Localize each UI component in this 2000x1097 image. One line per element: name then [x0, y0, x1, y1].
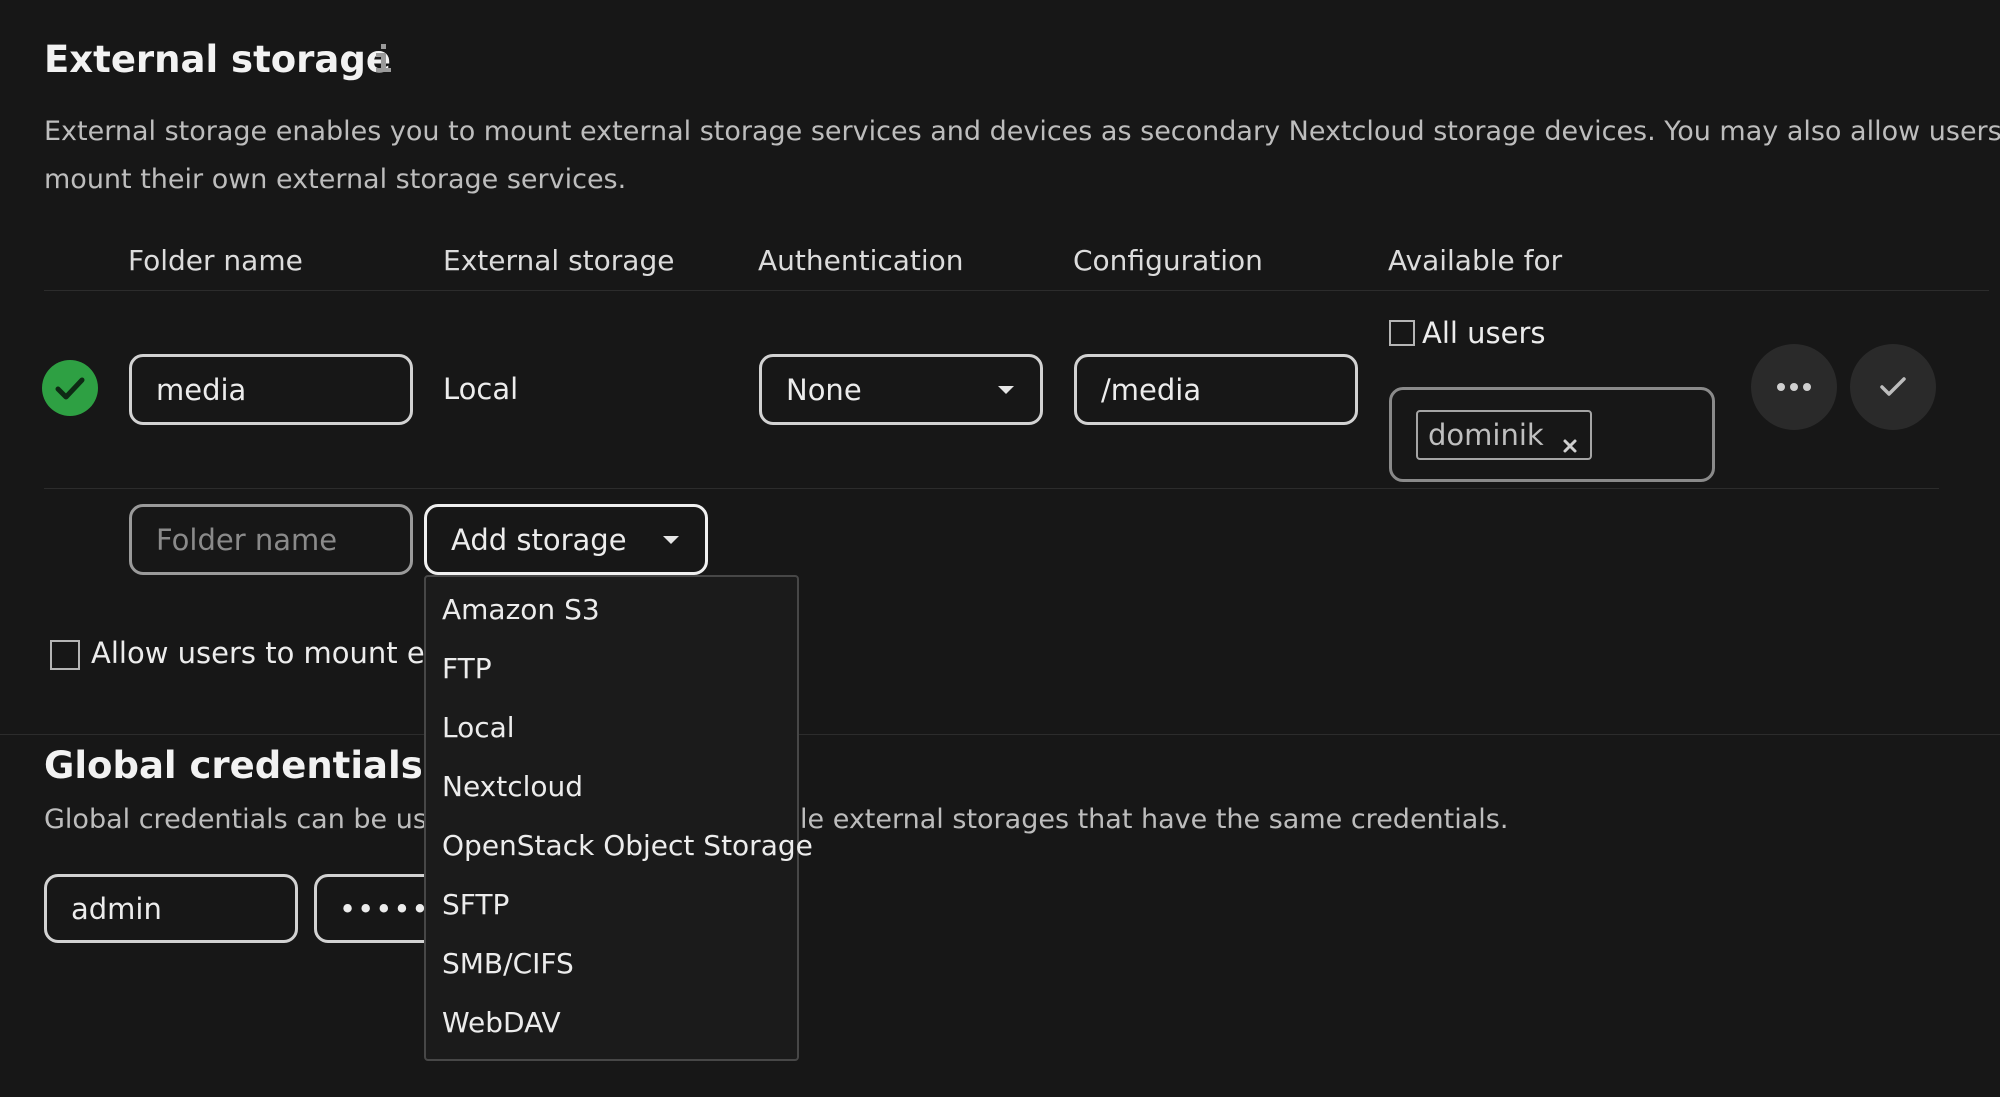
mount-row-divider — [44, 488, 1939, 489]
chevron-down-icon — [663, 535, 679, 544]
authentication-select-value: None — [786, 372, 862, 407]
add-storage-select[interactable]: Add storage — [424, 504, 708, 575]
storage-option[interactable]: FTP — [442, 652, 492, 685]
storage-option[interactable]: Local — [442, 711, 515, 744]
storage-option[interactable]: WebDAV — [442, 1006, 561, 1039]
column-header-folder-name: Folder name — [128, 244, 303, 277]
column-header-external-storage: External storage — [443, 244, 675, 277]
global-username-input[interactable]: admin — [44, 874, 298, 943]
more-horizontal-icon — [1777, 383, 1811, 391]
configuration-input[interactable]: /media — [1074, 354, 1358, 425]
external-storage-description-line1: External storage enables you to mount ex… — [44, 116, 2000, 147]
storage-type-dropdown[interactable]: Amazon S3 FTP Local Nextcloud OpenStack Obje… — [424, 575, 813, 1061]
available-for-user-select[interactable]: dominik — [1389, 387, 1715, 482]
allow-users-mount-checkbox[interactable] — [50, 640, 80, 670]
user-tag: dominik — [1416, 409, 1592, 460]
storage-option[interactable]: Nextcloud — [442, 770, 583, 803]
chevron-down-icon — [998, 385, 1014, 394]
new-folder-name-input[interactable]: Folder name — [129, 504, 413, 575]
mount-folder-name-input[interactable]: media — [129, 354, 413, 425]
external-storage-title: External storage — [44, 38, 391, 81]
all-users-label: All users — [1422, 316, 1546, 350]
column-header-authentication: Authentication — [758, 244, 964, 277]
storage-option[interactable]: OpenStack Object Storage — [442, 829, 813, 862]
section-divider — [0, 734, 2000, 735]
storage-option[interactable]: SMB/CIFS — [442, 947, 574, 980]
allow-users-mount-label: Allow users to mount exte — [91, 636, 471, 670]
storage-option[interactable]: SFTP — [442, 888, 509, 921]
mount-storage-type: Local — [443, 372, 519, 406]
global-credentials-description-left: Global credentials can be use — [44, 804, 444, 835]
column-header-configuration: Configuration — [1073, 244, 1263, 277]
close-icon[interactable] — [1562, 427, 1578, 452]
save-mount-button[interactable] — [1850, 344, 1936, 430]
add-storage-label: Add storage — [451, 522, 627, 557]
user-tag-label: dominik — [1428, 417, 1544, 452]
global-credentials-description-right: le external storages that have the same … — [800, 804, 1509, 835]
external-storage-description-line2: mount their own external storage service… — [44, 164, 627, 195]
table-header-divider — [44, 290, 1989, 291]
storage-option[interactable]: Amazon S3 — [442, 593, 600, 626]
checkmark-icon — [1880, 377, 1906, 396]
check-circle-icon — [42, 360, 98, 416]
authentication-select[interactable]: None — [759, 354, 1043, 425]
column-header-available-for: Available for — [1388, 244, 1563, 277]
all-users-checkbox[interactable] — [1389, 320, 1415, 346]
global-credentials-title: Global credentials — [44, 744, 423, 787]
info-icon[interactable] — [370, 40, 396, 76]
more-actions-button[interactable] — [1751, 344, 1837, 430]
